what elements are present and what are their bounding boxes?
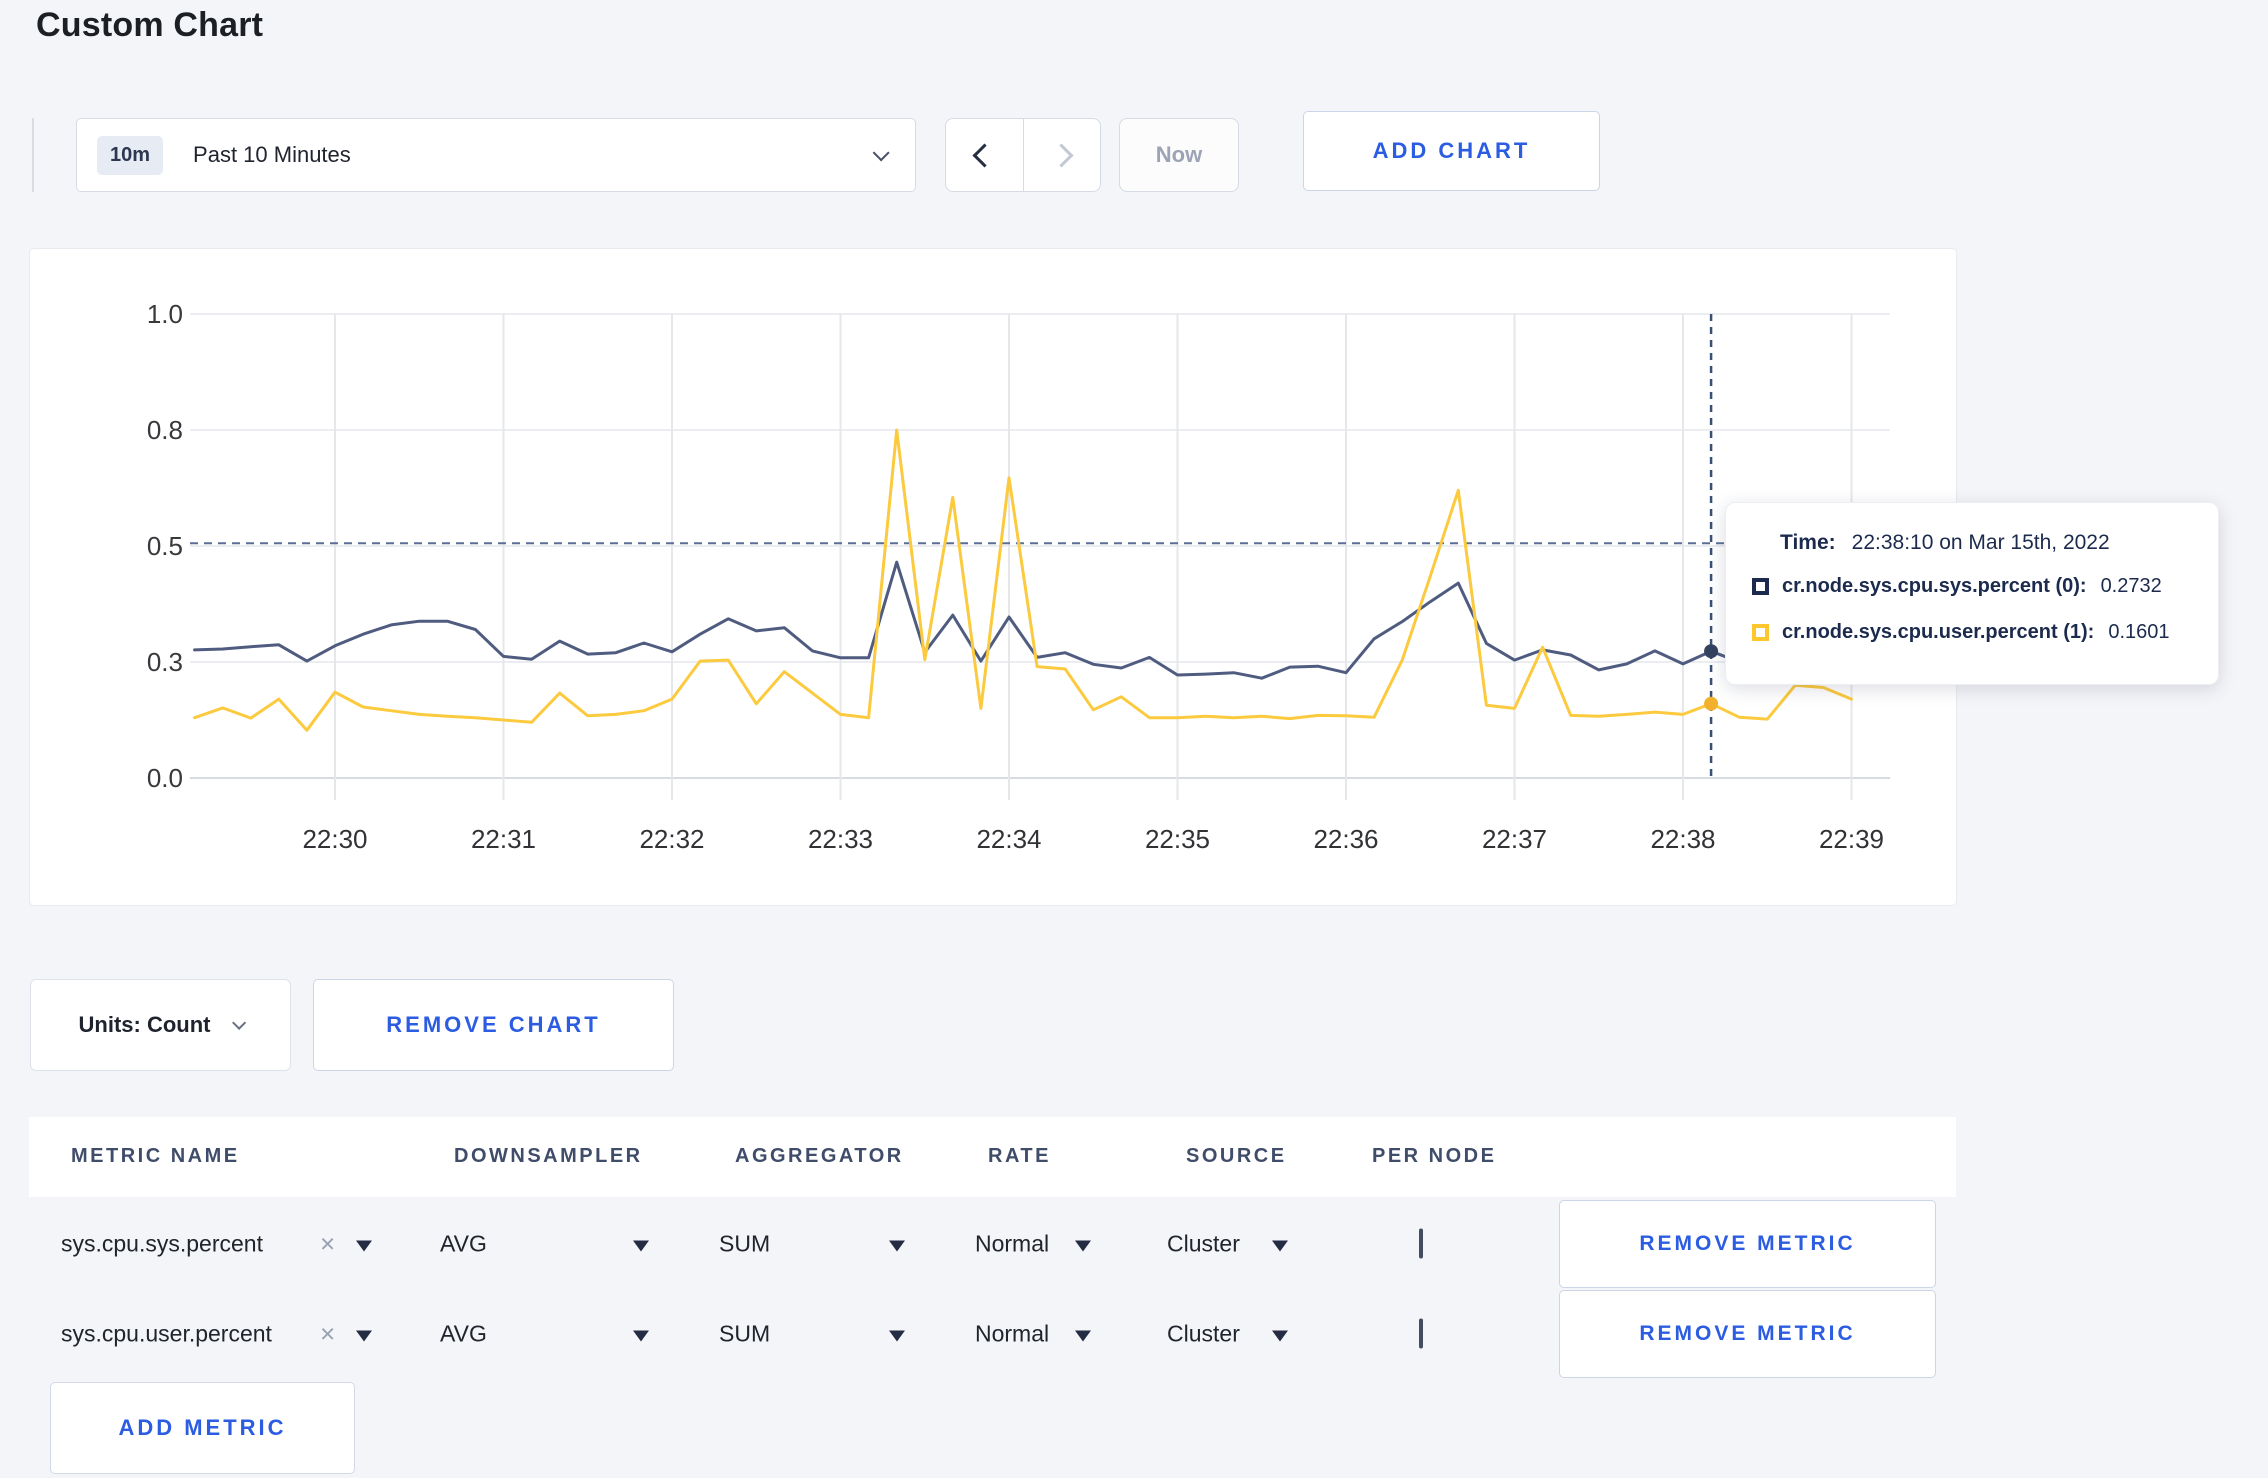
chart-tooltip: Time: 22:38:10 on Mar 15th, 2022 cr.node.…: [1725, 502, 2219, 685]
time-range-dropdown[interactable]: 10m Past 10 Minutes: [76, 118, 916, 192]
remove-metric-button[interactable]: REMOVE METRIC: [1559, 1199, 1936, 1288]
col-per-node: PER NODE: [1372, 1145, 1497, 1167]
tooltip-series-row: cr.node.sys.cpu.user.percent (1): 0.1601: [1752, 621, 2170, 644]
caret-down-icon[interactable]: [1075, 1330, 1091, 1341]
aggregator-select[interactable]: SUM: [719, 1230, 770, 1257]
prev-range-button[interactable]: [946, 119, 1024, 191]
caret-down-icon[interactable]: [1272, 1240, 1288, 1251]
per-node-checkbox[interactable]: [1419, 1228, 1423, 1258]
series-user-swatch-icon: [1752, 624, 1769, 641]
col-downsampler: DOWNSAMPLER: [454, 1145, 643, 1167]
chevron-right-icon: [1049, 142, 1074, 168]
tooltip-time-value: 22:38:10 on Mar 15th, 2022: [1851, 531, 2110, 554]
metrics-table-header: METRIC NAME DOWNSAMPLER AGGREGATOR RATE …: [29, 1117, 1956, 1197]
units-dropdown[interactable]: Units: Count: [30, 979, 291, 1071]
caret-down-icon[interactable]: [1272, 1330, 1288, 1341]
series-sys-swatch-icon: [1752, 578, 1769, 595]
time-range-pager: [945, 118, 1101, 192]
metric-row-sys: sys.cpu.sys.percent × AVG SUM Normal Clu…: [29, 1197, 1956, 1290]
now-button[interactable]: Now: [1119, 118, 1239, 192]
remove-metric-button[interactable]: REMOVE METRIC: [1559, 1289, 1936, 1378]
page-title: Custom Chart: [36, 6, 264, 44]
col-aggregator: AGGREGATOR: [735, 1145, 904, 1167]
caret-down-icon[interactable]: [356, 1240, 372, 1251]
caret-down-icon[interactable]: [633, 1240, 649, 1251]
time-range-label: Past 10 Minutes: [193, 142, 351, 167]
tooltip-user-value: 0.1601: [2108, 621, 2170, 643]
aggregator-select[interactable]: SUM: [719, 1320, 770, 1347]
clear-metric-icon[interactable]: ×: [320, 1318, 335, 1349]
caret-down-icon[interactable]: [889, 1240, 905, 1251]
next-range-button[interactable]: [1024, 119, 1101, 191]
source-select[interactable]: Cluster: [1167, 1320, 1240, 1347]
time-range-badge: 10m: [97, 135, 164, 175]
add-metric-button[interactable]: ADD METRIC: [50, 1382, 355, 1474]
caret-down-icon[interactable]: [633, 1330, 649, 1341]
chevron-down-icon: [872, 144, 890, 162]
chart-card[interactable]: [29, 248, 1957, 906]
downsampler-select[interactable]: AVG: [440, 1230, 487, 1257]
clear-metric-icon[interactable]: ×: [320, 1228, 335, 1259]
caret-down-icon[interactable]: [1075, 1240, 1091, 1251]
rate-select[interactable]: Normal: [975, 1320, 1049, 1347]
col-source: SOURCE: [1186, 1145, 1287, 1167]
col-rate: RATE: [988, 1145, 1051, 1167]
custom-chart-page: Custom Chart 10m Past 10 Minutes Now ADD…: [0, 0, 2268, 1478]
caret-down-icon[interactable]: [356, 1330, 372, 1341]
downsampler-select[interactable]: AVG: [440, 1320, 487, 1347]
chevron-down-icon: [232, 1015, 247, 1030]
metric-name-dropdown[interactable]: sys.cpu.sys.percent: [61, 1230, 263, 1257]
metric-name-dropdown[interactable]: sys.cpu.user.percent: [61, 1320, 272, 1347]
chevron-left-icon: [972, 142, 997, 168]
rate-select[interactable]: Normal: [975, 1230, 1049, 1257]
source-select[interactable]: Cluster: [1167, 1230, 1240, 1257]
tooltip-series-row: cr.node.sys.cpu.sys.percent (0): 0.2732: [1752, 575, 2162, 598]
add-chart-button[interactable]: ADD CHART: [1303, 111, 1600, 191]
caret-down-icon[interactable]: [889, 1330, 905, 1341]
tooltip-sys-value: 0.2732: [2100, 575, 2162, 597]
metric-row-user: sys.cpu.user.percent × AVG SUM Normal Cl…: [29, 1289, 1956, 1378]
tooltip-time: Time: 22:38:10 on Mar 15th, 2022: [1780, 531, 2110, 554]
remove-chart-button[interactable]: REMOVE CHART: [313, 979, 674, 1071]
per-node-checkbox[interactable]: [1419, 1318, 1423, 1348]
col-metric-name: METRIC NAME: [71, 1145, 240, 1167]
toolbar-divider: [32, 118, 34, 192]
